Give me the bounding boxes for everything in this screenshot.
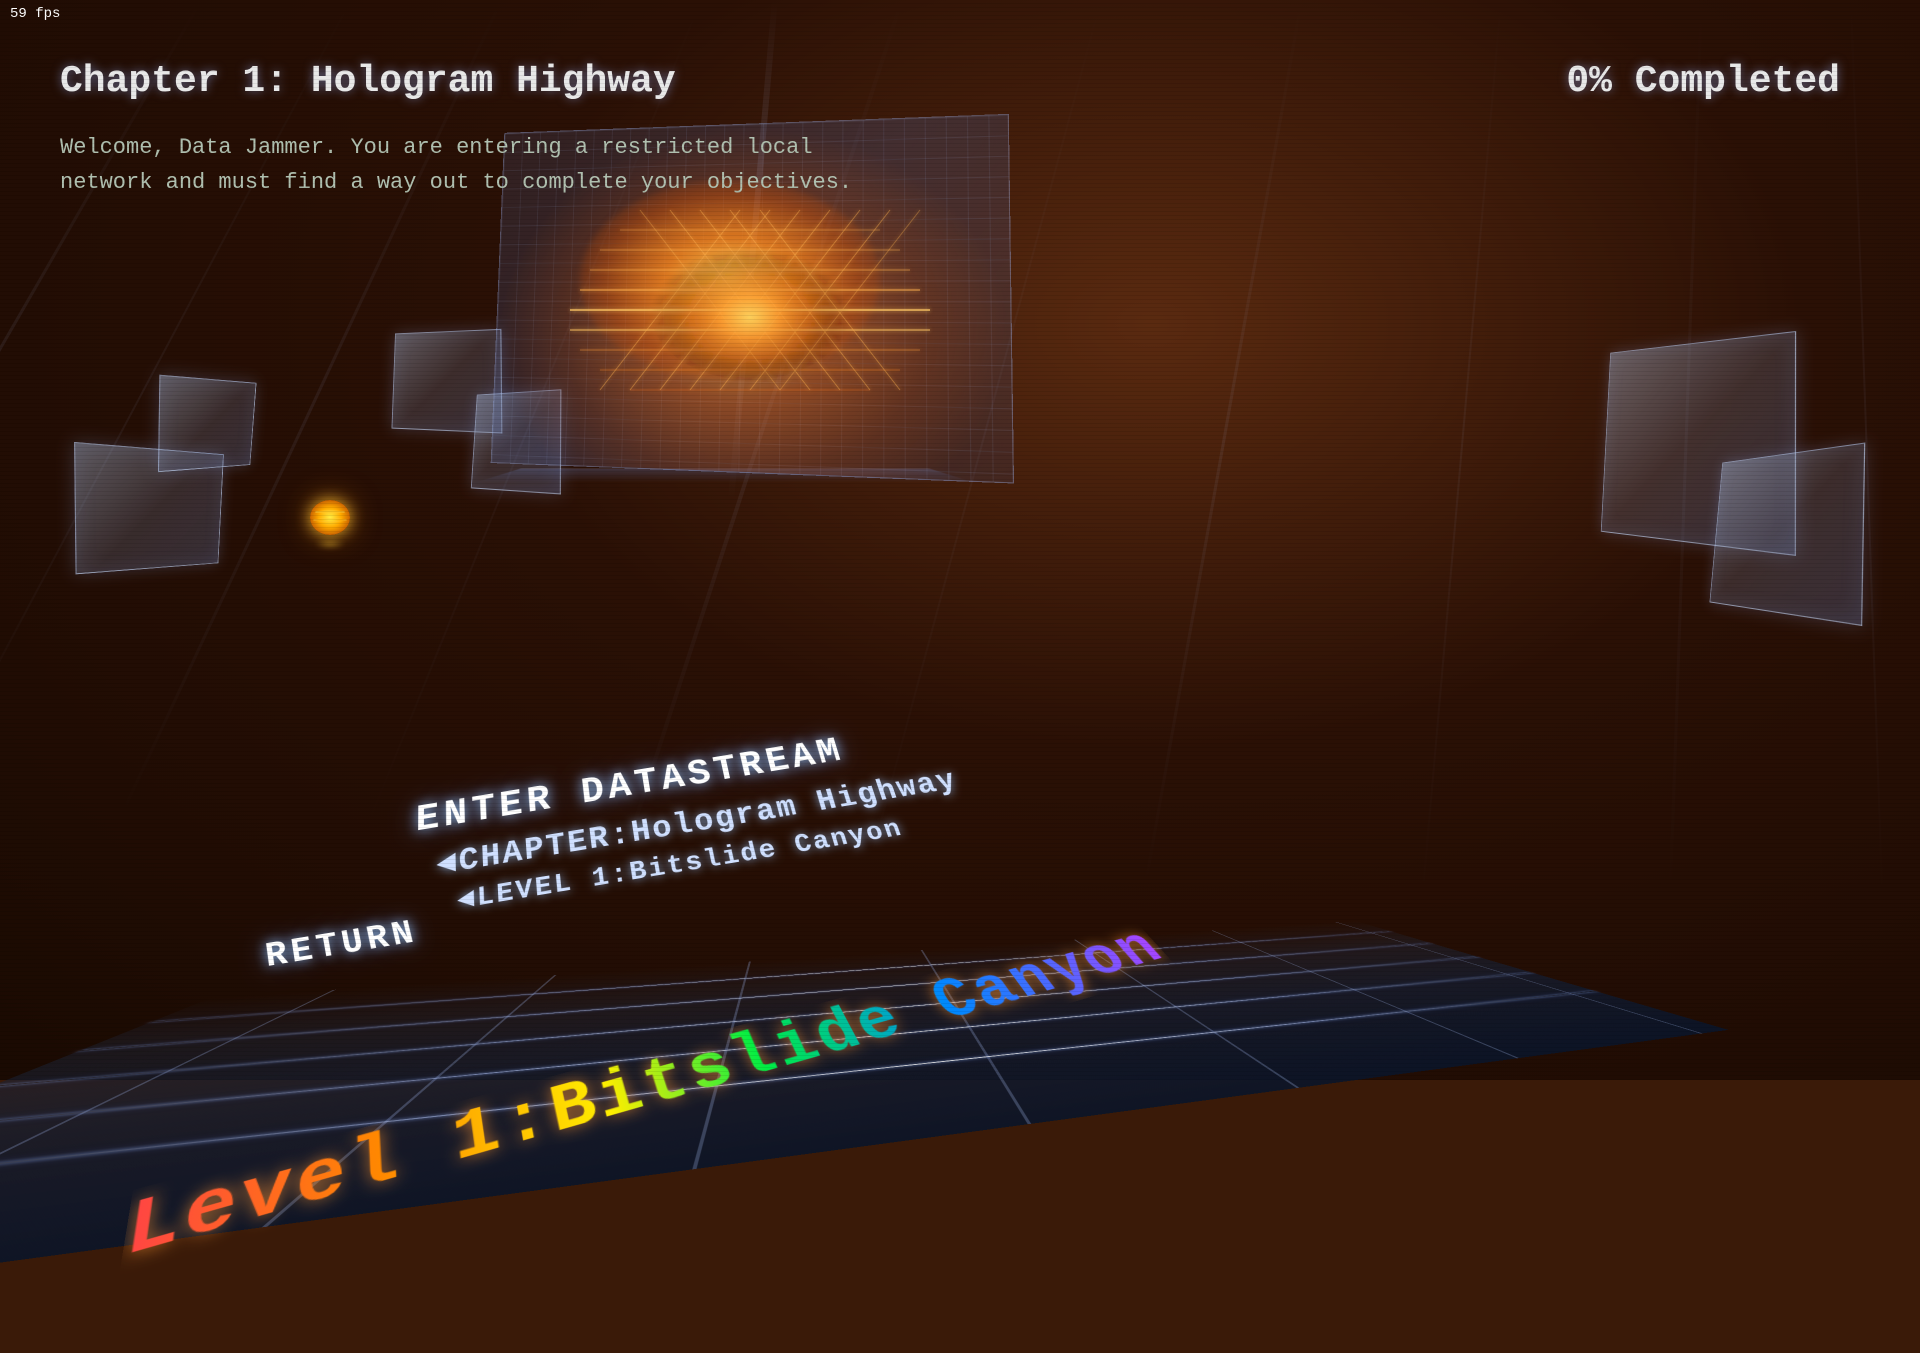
chapter-title: Chapter 1: Hologram Highway bbox=[60, 60, 676, 103]
orb-glow bbox=[315, 540, 345, 548]
description-line-1: Welcome, Data Jammer. You are entering a… bbox=[60, 130, 852, 165]
description-line-2: network and must find a way out to compl… bbox=[60, 165, 852, 200]
chapter-description: Welcome, Data Jammer. You are entering a… bbox=[60, 130, 852, 200]
cube-right-2 bbox=[1700, 450, 1860, 610]
energy-mesh bbox=[540, 170, 960, 450]
player-character bbox=[310, 500, 360, 540]
fps-counter: 59 fps bbox=[10, 6, 60, 22]
menu-container: ENTER DATASTREAM ◄CHAPTER:Hologram Highw… bbox=[420, 755, 950, 880]
completion-percentage: 0% Completed bbox=[1566, 60, 1840, 103]
cube-left-2 bbox=[160, 380, 260, 470]
player-orb-visual bbox=[310, 500, 350, 535]
